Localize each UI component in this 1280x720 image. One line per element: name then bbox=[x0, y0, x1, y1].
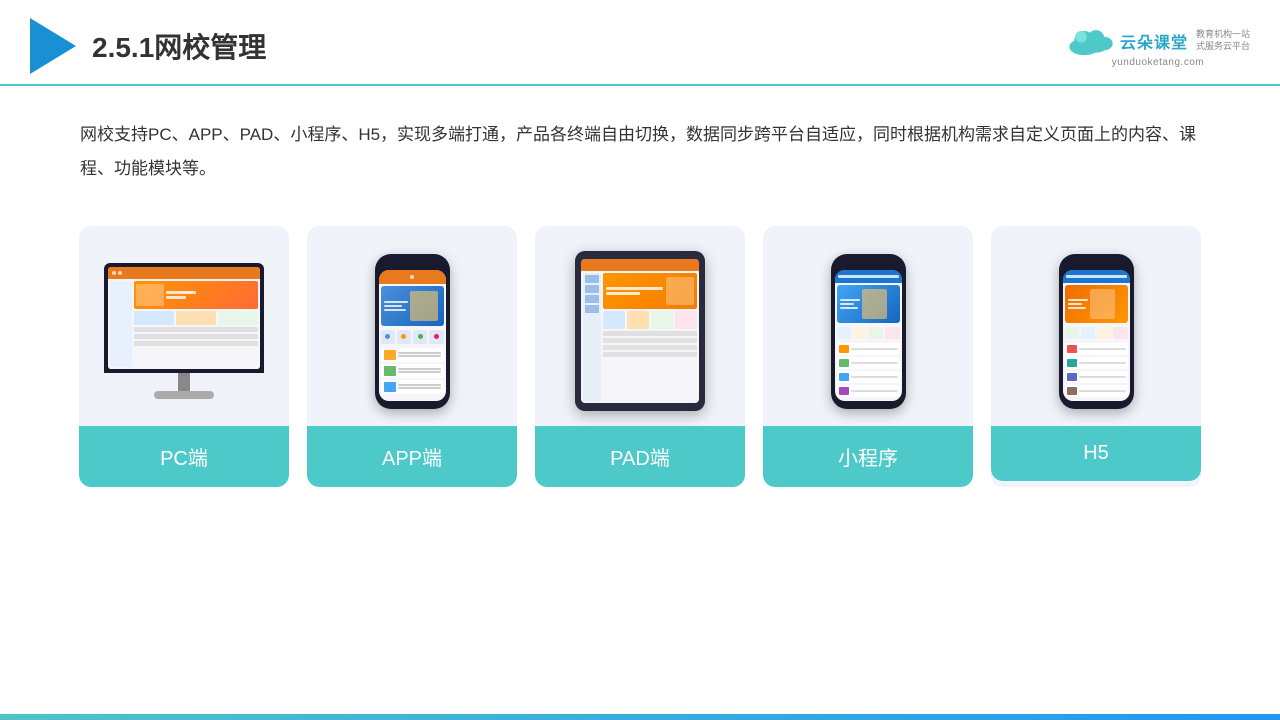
phone-miniprogram-icon bbox=[831, 254, 906, 409]
description-text: 网校支持PC、APP、PAD、小程序、H5，实现多端打通，产品各终端自由切换，数… bbox=[0, 86, 1280, 206]
phone-app-icon bbox=[375, 254, 450, 409]
card-pc-image bbox=[79, 226, 289, 426]
card-miniprogram-image bbox=[763, 226, 973, 426]
header: 2.5.1网校管理 云朵课堂 教育机构一站式服务云平台 yunduoketang… bbox=[0, 0, 1280, 86]
cloud-icon bbox=[1066, 25, 1116, 57]
card-h5: H5 bbox=[991, 226, 1201, 487]
brand-logo: 云朵课堂 教育机构一站式服务云平台 yunduoketang.com bbox=[1066, 25, 1250, 68]
brand-url: yunduoketang.com bbox=[1112, 57, 1205, 68]
page-title: 2.5.1网校管理 bbox=[92, 26, 266, 66]
card-miniprogram-label: 小程序 bbox=[763, 426, 973, 487]
brand-tagline: 教育机构一站式服务云平台 bbox=[1196, 29, 1250, 52]
card-pc-label: PC端 bbox=[79, 426, 289, 487]
card-pad-image bbox=[535, 226, 745, 426]
card-h5-image bbox=[991, 226, 1201, 426]
logo-triangle-icon bbox=[30, 18, 76, 74]
tablet-icon bbox=[575, 251, 705, 411]
card-app: APP端 bbox=[307, 226, 517, 487]
card-miniprogram: 小程序 bbox=[763, 226, 973, 487]
header-left: 2.5.1网校管理 bbox=[30, 18, 266, 74]
phone-h5-icon bbox=[1059, 254, 1134, 409]
card-h5-label: H5 bbox=[991, 426, 1201, 481]
pc-monitor-icon bbox=[104, 263, 264, 399]
cards-container: PC端 bbox=[0, 206, 1280, 517]
brand-cloud: 云朵课堂 教育机构一站式服务云平台 bbox=[1066, 25, 1250, 57]
card-pad-label: PAD端 bbox=[535, 426, 745, 487]
card-pad: PAD端 bbox=[535, 226, 745, 487]
card-app-label: APP端 bbox=[307, 426, 517, 487]
bottom-bar bbox=[0, 714, 1280, 720]
card-pc: PC端 bbox=[79, 226, 289, 487]
card-app-image bbox=[307, 226, 517, 426]
brand-name: 云朵课堂 bbox=[1120, 29, 1188, 53]
